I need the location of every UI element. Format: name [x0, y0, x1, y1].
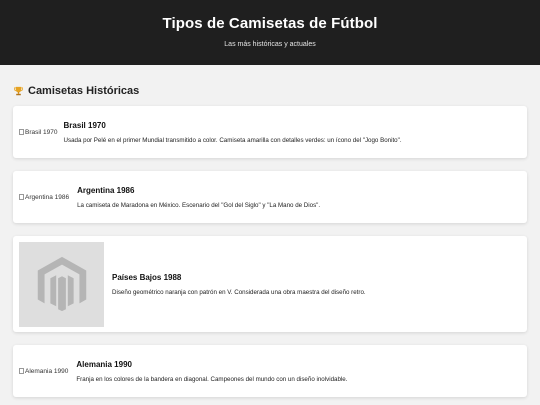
broken-image-icon: [19, 368, 24, 374]
card-image: Argentina 1986: [19, 194, 69, 201]
card-description: La camiseta de Maradona en México. Escen…: [77, 201, 321, 209]
broken-image-icon: [19, 194, 24, 200]
card-paises-bajos-1988: Países Bajos 1988 Diseño geométrico nara…: [13, 236, 527, 332]
image-alt-text: Argentina 1986: [25, 193, 70, 201]
image-alt-text: Alemania 1990: [25, 367, 69, 375]
page-header: Tipos de Camisetas de Fútbol Las más his…: [0, 0, 540, 65]
card-brasil-1970: Brasil 1970 Brasil 1970 Usada por Pelé e…: [13, 106, 527, 158]
section-heading: Camisetas Históricas: [13, 85, 139, 97]
page-subtitle: Las más históricas y actuales: [224, 41, 316, 48]
card-body: Países Bajos 1988 Diseño geométrico nara…: [112, 273, 366, 296]
card-argentina-1986: Argentina 1986 Argentina 1986 La camiset…: [13, 171, 527, 223]
card-description: Franja en los colores de la bandera en d…: [76, 375, 348, 383]
card-image: Brasil 1970: [19, 129, 58, 136]
card-body: Brasil 1970 Usada por Pelé en el primer …: [64, 121, 402, 144]
card-body: Alemania 1990 Franja en los colores de l…: [76, 360, 347, 383]
section-title: Camisetas Históricas: [28, 85, 140, 97]
card-image: [19, 241, 104, 327]
image-alt-text: Brasil 1970: [25, 128, 58, 136]
card-image: Alemania 1990: [19, 368, 68, 375]
page-title: Tipos de Camisetas de Fútbol: [162, 15, 378, 32]
card-title: Alemania 1990: [76, 359, 132, 369]
trophy-icon: [14, 86, 23, 95]
card-title: Países Bajos 1988: [112, 272, 182, 282]
card-alemania-1990: Alemania 1990 Alemania 1990 Franja en lo…: [13, 345, 527, 397]
broken-image-icon: [19, 129, 24, 135]
card-title: Brasil 1970: [63, 120, 106, 130]
card-description: Usada por Pelé en el primer Mundial tran…: [63, 136, 402, 144]
card-description: Diseño geométrico naranja con patrón en …: [112, 288, 366, 296]
card-title: Argentina 1986: [77, 185, 135, 195]
magento-logo-icon: [37, 256, 86, 312]
card-body: Argentina 1986 La camiseta de Maradona e…: [77, 186, 320, 209]
